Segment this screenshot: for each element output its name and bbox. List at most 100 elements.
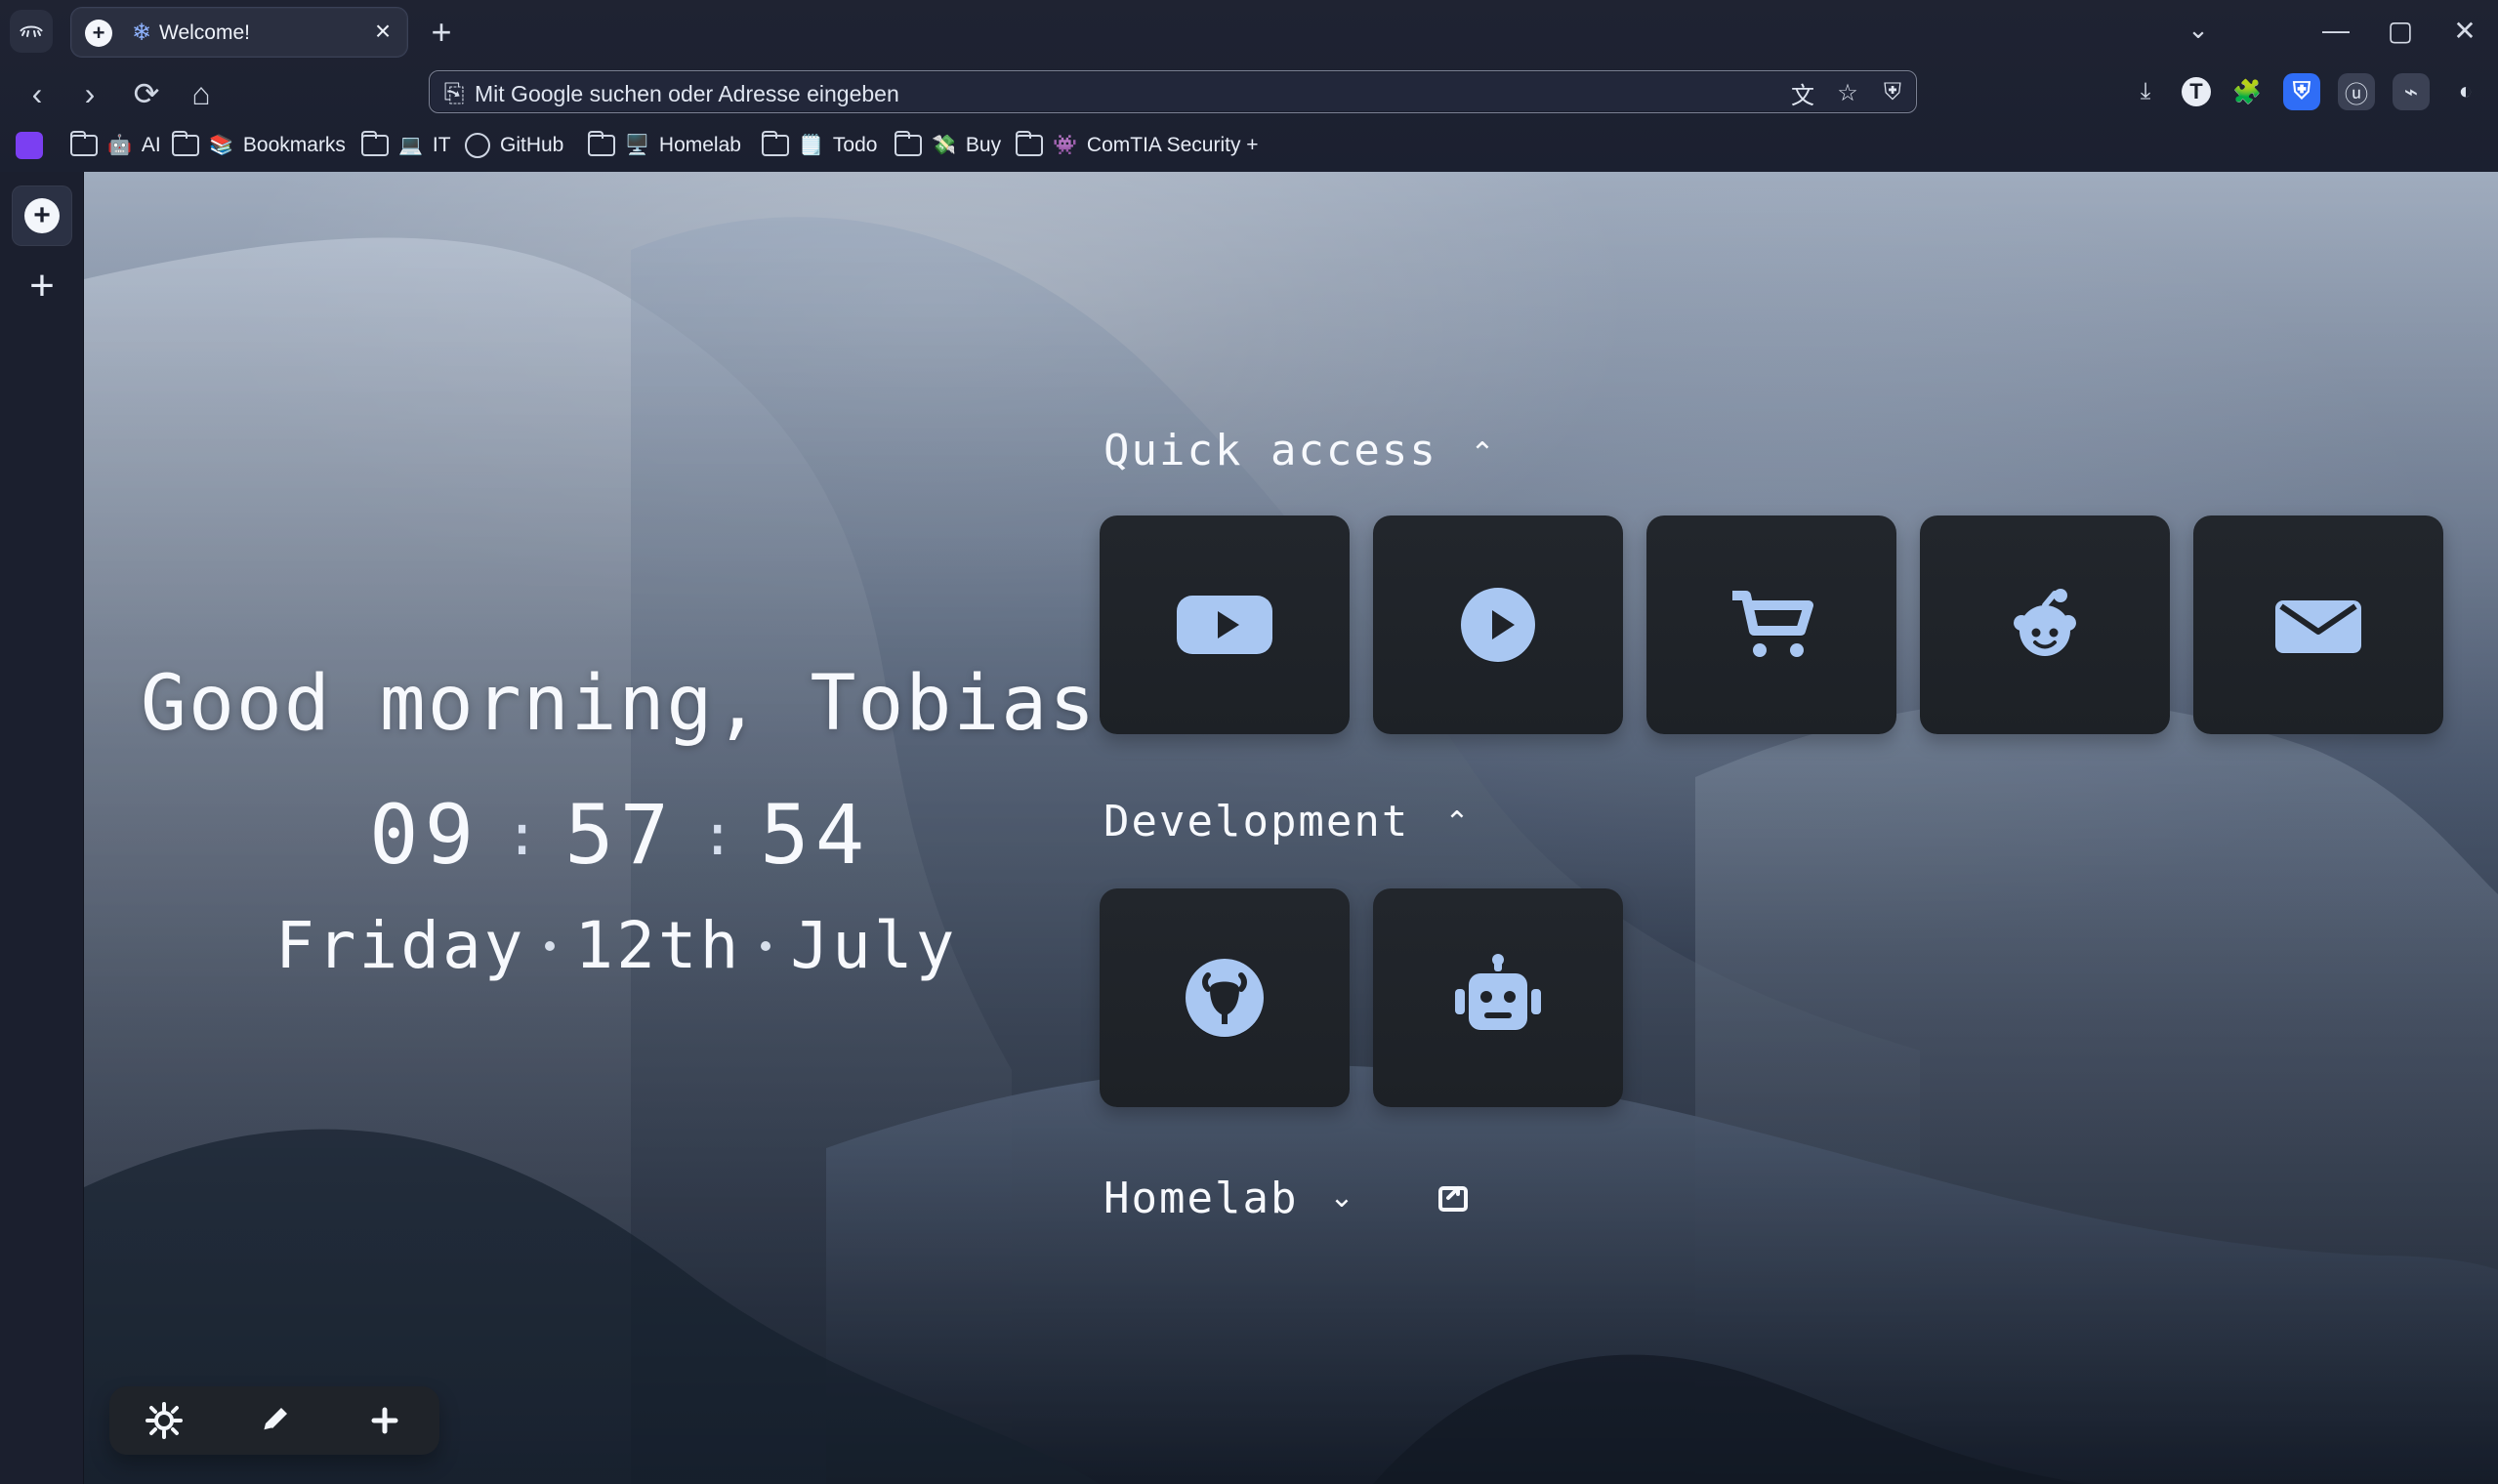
new-tab-button[interactable]: +	[422, 15, 461, 51]
edit-button[interactable]	[247, 1393, 302, 1448]
tab-close-icon[interactable]: ×	[368, 18, 397, 47]
bookmark-label: ComTIA Security +	[1086, 134, 1259, 156]
quick-tile-youtube[interactable]	[1100, 515, 1350, 734]
clock-seconds: 54	[760, 787, 871, 883]
bookmark-label: GitHub	[500, 134, 564, 156]
folder-icon	[70, 131, 98, 156]
forward-button[interactable]: ›	[70, 74, 109, 113]
address-placeholder: Mit Google suchen oder Adresse eingeben	[475, 81, 899, 106]
window-controls: — ▢ ✕	[2316, 10, 2484, 51]
youtube-icon	[1100, 515, 1350, 734]
settings-button[interactable]	[137, 1393, 191, 1448]
tab-list-dropdown[interactable]: ⌄	[2182, 17, 2215, 47]
quick-tile-play[interactable]	[1373, 515, 1623, 734]
bookmark-emoji: 🖥️	[625, 135, 649, 156]
bookmark-emoji: 💸	[932, 135, 956, 156]
navigation-row: ‹ › ⟳ ⌂ ⎘ Mit Google suchen oder Adresse…	[0, 64, 2498, 119]
tab-welcome[interactable]: + ❄ Welcome! ×	[70, 7, 408, 58]
minimize-button[interactable]: —	[2316, 11, 2355, 50]
date-weekday: Friday	[275, 908, 526, 983]
dev-tile-robot[interactable]	[1373, 888, 1623, 1107]
address-actions: 文 ☆ ⛨	[1787, 77, 1908, 109]
bookmark-folder-todo[interactable]: 🗒️ Todo	[762, 131, 877, 160]
play-circle-icon	[1373, 515, 1623, 734]
bookmarks-bar: 🤖 AI 📚 Bookmarks 💻 IT GitHub 🖥️ Homelab …	[0, 119, 2498, 172]
plus-favicon-icon: +	[85, 20, 112, 47]
chevron-up-icon[interactable]: ⌃	[1463, 433, 1502, 473]
section-title-homelab: Homelab	[1103, 1174, 1299, 1223]
clock-separator: :	[700, 802, 735, 868]
section-title-development: Development	[1103, 797, 1410, 846]
mail-icon	[2193, 515, 2443, 734]
bookmark-emoji: 👾	[1053, 135, 1077, 156]
t-extension-icon[interactable]: T	[2182, 77, 2211, 106]
snowflake-icon: ❄	[131, 20, 152, 46]
bookmark-emoji: 💻	[398, 135, 423, 156]
bookmark-star-icon[interactable]: ☆	[1832, 77, 1863, 108]
address-bar[interactable]: ⎘ Mit Google suchen oder Adresse eingebe…	[429, 70, 1917, 113]
extensions-puzzle-icon[interactable]: 🧩	[2228, 73, 2266, 110]
plus-badge-icon: +	[24, 198, 60, 233]
bookmark-label: Bookmarks	[242, 134, 346, 156]
bookmark-folder-bookmarks[interactable]: 📚 Bookmarks	[172, 131, 346, 160]
date: Friday 12th July	[275, 908, 957, 983]
bitwarden-icon[interactable]: ⛨	[2283, 73, 2320, 110]
downloads-icon[interactable]: ⤓	[2127, 73, 2164, 110]
tab-strip: + ❄ Welcome! × + ⌄ — ▢ ✕	[0, 0, 2498, 64]
home-button[interactable]: ⌂	[182, 74, 221, 113]
bookmark-github[interactable]: GitHub	[465, 131, 563, 160]
bookmark-folder-buy[interactable]: 💸 Buy	[895, 131, 1001, 160]
clock: 09 : 57 : 54	[369, 787, 870, 883]
sidebar-add-button[interactable]: +	[12, 256, 72, 316]
twitch-icon[interactable]	[16, 131, 43, 160]
section-title-quick-access: Quick access	[1103, 426, 1437, 475]
tab-title: Welcome!	[159, 21, 250, 44]
folder-icon	[172, 131, 199, 156]
shield-icon[interactable]: ⛨	[1877, 77, 1908, 108]
dev-tile-github[interactable]	[1100, 888, 1350, 1107]
github-icon	[1100, 888, 1350, 1107]
bookmark-folder-ai[interactable]: 🤖 AI	[70, 131, 161, 160]
vertical-tabs-icon[interactable]	[10, 10, 53, 53]
date-day: 12th	[574, 908, 742, 983]
robot-icon	[1373, 888, 1623, 1107]
ublock-icon[interactable]: ⓤ	[2338, 73, 2375, 110]
twitch-icon	[16, 132, 43, 159]
restore-button[interactable]: ▢	[2381, 11, 2420, 50]
date-dot	[761, 940, 771, 951]
clock-separator: :	[505, 802, 540, 868]
translate-icon[interactable]: 文	[1787, 77, 1818, 109]
bookmark-folder-homelab[interactable]: 🖥️ Homelab	[588, 131, 741, 160]
sidebar-item-welcome[interactable]: +	[12, 186, 72, 246]
bookmark-folder-comptia[interactable]: 👾 ComTIA Security +	[1016, 131, 1259, 160]
bookmark-folder-it[interactable]: 💻 IT	[361, 131, 451, 160]
browser-window: + ❄ Welcome! × + ⌄ — ▢ ✕ ‹ › ⟳ ⌂ ⎘ Mit G…	[0, 0, 2498, 1484]
bookmark-emoji: 🤖	[107, 135, 132, 156]
open-in-new-icon[interactable]	[1434, 1177, 1473, 1216]
firefox-icon[interactable]: ◐	[2447, 73, 2484, 110]
chevron-down-icon[interactable]: ⌄	[1322, 1177, 1361, 1216]
sleep-eye-icon	[20, 25, 43, 37]
quick-tile-cart[interactable]	[1646, 515, 1896, 734]
reload-button[interactable]: ⟳	[127, 74, 166, 113]
github-ext-icon[interactable]: ⌁	[2393, 73, 2430, 110]
bookmark-emoji: 🗒️	[799, 135, 823, 156]
quick-tile-mail[interactable]	[2193, 515, 2443, 734]
folder-icon	[361, 131, 389, 156]
add-button[interactable]	[357, 1393, 412, 1448]
bookmark-label: Todo	[832, 134, 878, 156]
plus-icon: +	[29, 262, 55, 309]
chevron-up-icon[interactable]: ⌃	[1437, 803, 1477, 842]
page-info-icon[interactable]: ⎘	[439, 78, 469, 107]
quick-tile-reddit[interactable]	[1920, 515, 2170, 734]
github-icon	[465, 133, 490, 158]
back-button[interactable]: ‹	[18, 74, 57, 113]
folder-icon	[588, 131, 615, 156]
plus-icon	[371, 1407, 398, 1434]
shopping-cart-icon	[1646, 515, 1896, 734]
close-window-button[interactable]: ✕	[2445, 11, 2484, 50]
extensions-toolbar: ⤓ T 🧩 ⛨ ⓤ ⌁ ◐	[2127, 70, 2484, 113]
clock-minutes: 57	[564, 787, 676, 883]
clock-hours: 09	[369, 787, 480, 883]
bookmark-label: IT	[432, 134, 451, 156]
